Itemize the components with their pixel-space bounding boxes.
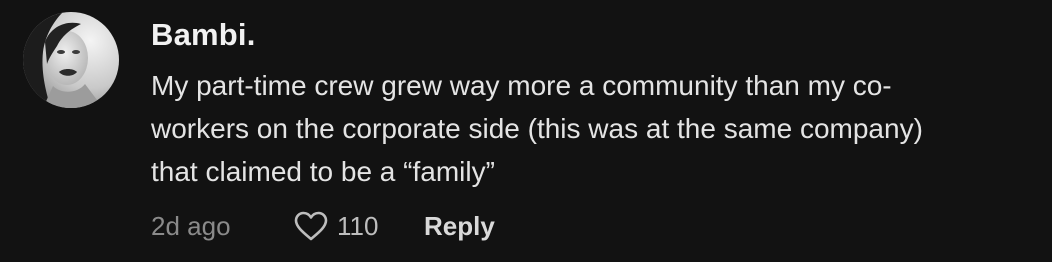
comment-text: My part-time crew grew way more a commun… (151, 64, 1031, 193)
comment-meta: 2d ago 110 Reply (151, 206, 495, 246)
profile-photo (23, 12, 119, 108)
avatar[interactable] (23, 12, 119, 108)
comment-text-line: workers on the corporate side (this was … (151, 113, 923, 144)
comment-item: Bambi. My part-time crew grew way more a… (0, 0, 1052, 262)
timestamp: 2d ago (151, 210, 231, 241)
heart-outline-icon (294, 211, 328, 241)
comment-text-line: that claimed to be a “family” (151, 156, 495, 187)
reply-button[interactable]: Reply (424, 211, 495, 242)
comment-text-line: My part-time crew grew way more a commun… (151, 70, 892, 101)
like-count: 110 (337, 210, 379, 241)
like-button[interactable]: 110 (294, 211, 424, 242)
username[interactable]: Bambi. (151, 17, 256, 53)
